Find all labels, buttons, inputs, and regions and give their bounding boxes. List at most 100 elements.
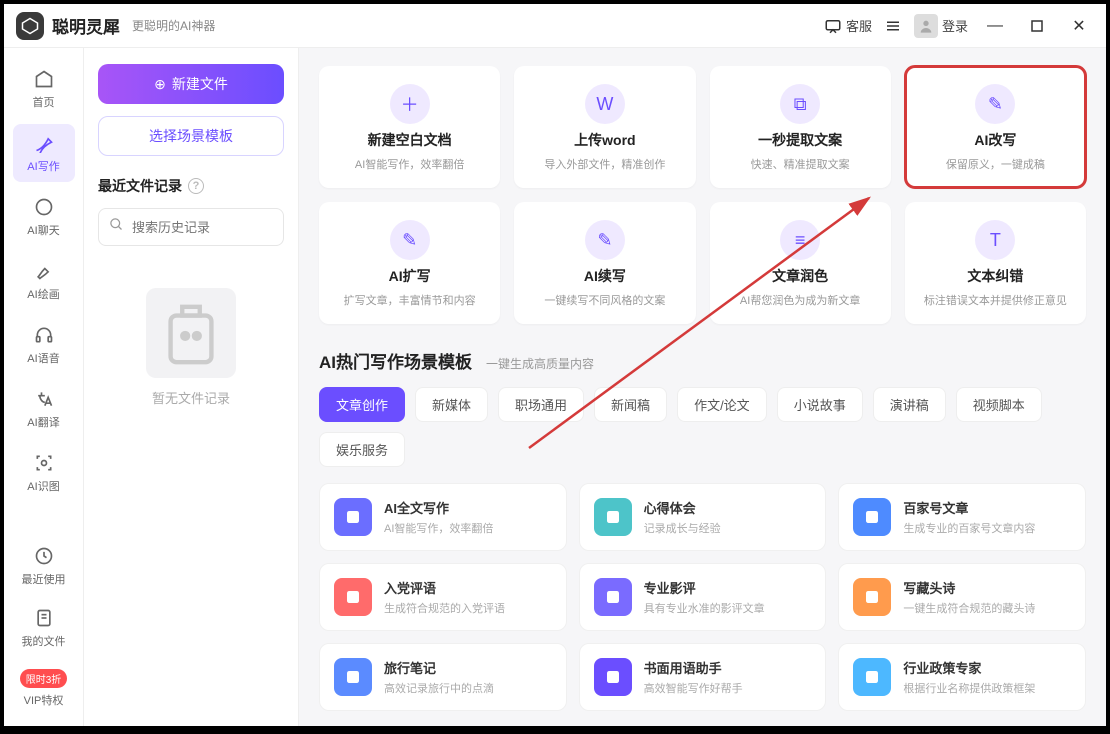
sidebar-item-recent[interactable]: 最近使用 [13,537,75,595]
recent-title: 最近文件记录 ? [98,176,284,196]
titlebar: 聪明灵犀 更聪明的AI神器 客服 登录 — [4,4,1106,48]
recent-title-text: 最近文件记录 [98,176,182,196]
menu-icon [884,17,902,35]
sidebar-item-files[interactable]: 我的文件 [13,599,75,657]
template-button[interactable]: 选择场景模板 [98,116,284,156]
template-card-5[interactable]: 写藏头诗 一键生成符合规范的藏头诗 [838,563,1086,631]
template-card-2[interactable]: 百家号文章 生成专业的百家号文章内容 [838,483,1086,551]
new-file-label: 新建文件 [172,74,228,94]
action-card-5[interactable]: ✎ AI续写 一键续写不同风格的文案 [514,202,695,324]
sidebar-item-label: AI绘画 [27,286,59,302]
tab-7[interactable]: 视频脚本 [956,387,1042,422]
action-card-4[interactable]: ✎ AI扩写 扩写文章，丰富情节和内容 [319,202,500,324]
template-card-0[interactable]: AI全文写作 AI智能写作，效率翻倍 [319,483,567,551]
card-desc: 扩写文章，丰富情节和内容 [344,292,476,308]
menu-button[interactable] [884,17,902,35]
clock-icon [33,545,55,567]
tab-6[interactable]: 演讲稿 [873,387,946,422]
card-icon: ≡ [780,220,820,260]
close-button[interactable]: ✕ [1064,11,1094,41]
template-card-6[interactable]: 旅行笔记 高效记录旅行中的点滴 [319,643,567,711]
scan-icon [33,452,55,474]
card-icon: ✎ [975,84,1015,124]
template-desc: 具有专业水准的影评文章 [644,600,765,616]
login-button[interactable]: 登录 [914,14,968,38]
sidebar-item-label: AI聊天 [27,222,59,238]
template-title: 心得体会 [644,498,721,517]
avatar-icon [914,14,938,38]
template-title: 写藏头诗 [903,578,1035,597]
template-icon [334,578,372,616]
template-card-1[interactable]: 心得体会 记录成长与经验 [579,483,827,551]
template-icon [853,658,891,696]
card-title: 一秒提取文案 [758,130,842,150]
sidebar-item-draw[interactable]: AI绘画 [13,252,75,310]
card-title: AI改写 [974,130,1016,150]
sidebar-item-write[interactable]: AI写作 [13,124,75,182]
section-sub: 一键生成高质量内容 [486,355,594,372]
empty-text: 暂无文件记录 [152,388,230,407]
card-icon: T [975,220,1015,260]
template-card-3[interactable]: 入党评语 生成符合规范的入党评语 [319,563,567,631]
template-label: 选择场景模板 [149,126,233,146]
template-title: 书面用语助手 [644,658,743,677]
sidebar-item-image[interactable]: AI识图 [13,444,75,502]
template-desc: 根据行业名称提供政策框架 [903,680,1035,696]
template-title: AI全文写作 [384,498,493,517]
tab-3[interactable]: 新闻稿 [594,387,667,422]
template-desc: AI智能写作，效率翻倍 [384,520,493,536]
app-subtitle: 更聪明的AI神器 [132,17,215,34]
action-card-7[interactable]: T 文本纠错 标注错误文本并提供修正意见 [905,202,1086,324]
sidebar-item-label: AI写作 [27,158,59,174]
search-input[interactable] [132,220,308,235]
sidebar: 首页 AI写作 AI聊天 AI绘画 AI语音 AI翻译 [4,48,84,726]
tab-2[interactable]: 职场通用 [498,387,584,422]
support-button[interactable]: 客服 [824,16,872,35]
maximize-button[interactable] [1022,11,1052,41]
app-logo [16,12,44,40]
brush-icon [33,260,55,282]
empty-icon [146,288,236,378]
card-title: 文本纠错 [967,266,1023,286]
action-card-3[interactable]: ✎ AI改写 保留原义，一键成稿 [905,66,1086,188]
sidebar-item-chat[interactable]: AI聊天 [13,188,75,246]
card-icon: W [585,84,625,124]
template-title: 旅行笔记 [384,658,494,677]
template-title: 专业影评 [644,578,765,597]
app-title: 聪明灵犀 [52,13,120,38]
tabs: 文章创作新媒体职场通用新闻稿作文/论文小说故事演讲稿视频脚本娱乐服务 [319,387,1086,467]
chat-icon [33,196,55,218]
search-box[interactable] [98,208,284,246]
chat-icon [824,17,842,35]
tab-1[interactable]: 新媒体 [415,387,488,422]
card-title: AI续写 [584,266,626,286]
tab-4[interactable]: 作文/论文 [677,387,767,422]
action-card-2[interactable]: ⧉ 一秒提取文案 快速、精准提取文案 [710,66,891,188]
sidebar-item-translate[interactable]: AI翻译 [13,380,75,438]
minimize-button[interactable]: — [980,11,1010,41]
sidebar-item-label: 我的文件 [22,633,66,649]
left-panel: ⊕ 新建文件 选择场景模板 最近文件记录 ? 暂无文件记录 [84,48,299,726]
plus-icon: ⊕ [154,76,166,93]
card-desc: 保留原义，一键成稿 [946,156,1045,172]
sidebar-item-home[interactable]: 首页 [13,60,75,118]
tab-0[interactable]: 文章创作 [319,387,405,422]
sidebar-item-voice[interactable]: AI语音 [13,316,75,374]
new-file-button[interactable]: ⊕ 新建文件 [98,64,284,104]
template-desc: 生成专业的百家号文章内容 [903,520,1035,536]
tab-5[interactable]: 小说故事 [777,387,863,422]
template-card-8[interactable]: 行业政策专家 根据行业名称提供政策框架 [838,643,1086,711]
sidebar-item-label: AI语音 [27,350,59,366]
template-icon [853,498,891,536]
support-label: 客服 [846,16,872,35]
help-icon[interactable]: ? [188,178,204,194]
card-icon: ⧉ [780,84,820,124]
action-card-1[interactable]: W 上传word 导入外部文件，精准创作 [514,66,695,188]
sidebar-item-vip[interactable]: 限时3折 VIP特权 [13,661,75,716]
template-card-7[interactable]: 书面用语助手 高效智能写作好帮手 [579,643,827,711]
template-desc: 生成符合规范的入党评语 [384,600,505,616]
action-card-6[interactable]: ≡ 文章润色 AI帮您润色为成为新文章 [710,202,891,324]
action-card-0[interactable]: ＋ 新建空白文档 AI智能写作，效率翻倍 [319,66,500,188]
template-card-4[interactable]: 专业影评 具有专业水准的影评文章 [579,563,827,631]
tab-8[interactable]: 娱乐服务 [319,432,405,467]
